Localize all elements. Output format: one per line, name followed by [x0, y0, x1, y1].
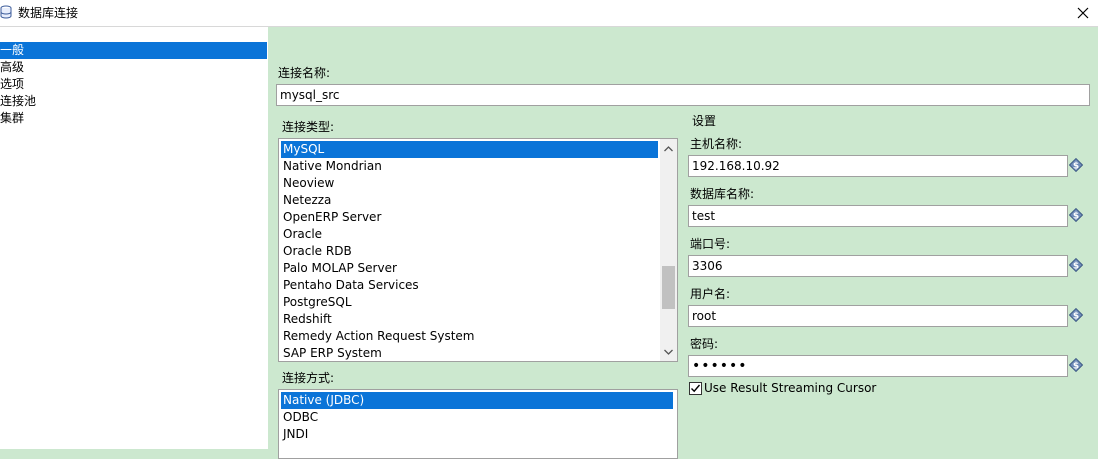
- port-input[interactable]: 3306: [688, 255, 1068, 277]
- username-input[interactable]: root: [688, 305, 1068, 327]
- host-label: 主机名称:: [690, 137, 743, 151]
- list-item[interactable]: JNDI: [281, 426, 308, 443]
- list-item[interactable]: Native (JDBC): [281, 392, 673, 409]
- list-item[interactable]: SAP ERP System: [281, 345, 382, 361]
- scroll-down-icon[interactable]: [660, 343, 677, 360]
- database-name-input[interactable]: test: [688, 205, 1068, 227]
- sidebar: 一般 高级 选项 连接池 集群: [0, 27, 268, 449]
- sidebar-item-options[interactable]: 选项: [0, 76, 267, 93]
- connection-type-list[interactable]: MySQL Native Mondrian Neoview Netezza Op…: [278, 138, 678, 362]
- scroll-up-icon[interactable]: [660, 140, 677, 157]
- variable-icon[interactable]: $: [1068, 257, 1084, 273]
- list-item[interactable]: Netezza: [281, 192, 331, 209]
- list-item[interactable]: Oracle RDB: [281, 243, 352, 260]
- connection-name-label: 连接名称:: [278, 66, 331, 80]
- list-item[interactable]: OpenERP Server: [281, 209, 381, 226]
- database-icon: [0, 5, 12, 22]
- variable-icon[interactable]: $: [1068, 157, 1084, 173]
- svg-text:$: $: [1073, 262, 1079, 272]
- sidebar-item-advanced[interactable]: 高级: [0, 59, 267, 76]
- title-bar: 数据库连接: [0, 0, 1098, 27]
- connection-name-input[interactable]: mysql_src: [276, 84, 1090, 106]
- list-item[interactable]: Remedy Action Request System: [281, 328, 475, 345]
- connection-type-label: 连接类型:: [282, 120, 335, 134]
- list-item[interactable]: Redshift: [281, 311, 332, 328]
- variable-icon[interactable]: $: [1068, 357, 1084, 373]
- window-title: 数据库连接: [18, 6, 79, 20]
- password-label: 密码:: [690, 337, 719, 351]
- list-item[interactable]: PostgreSQL: [281, 294, 352, 311]
- svg-text:$: $: [1073, 312, 1079, 322]
- list-item[interactable]: Pentaho Data Services: [281, 277, 419, 294]
- list-item[interactable]: Oracle: [281, 226, 322, 243]
- database-name-label: 数据库名称:: [690, 187, 755, 201]
- port-label: 端口号:: [690, 237, 731, 251]
- settings-header: 设置: [692, 114, 717, 128]
- sidebar-item-general[interactable]: 一般: [0, 42, 267, 59]
- access-label: 连接方式:: [282, 371, 335, 385]
- password-input[interactable]: ••••••: [688, 355, 1068, 377]
- list-item[interactable]: Native Mondrian: [281, 158, 382, 175]
- list-item[interactable]: MySQL: [281, 141, 658, 158]
- variable-icon[interactable]: $: [1068, 307, 1084, 323]
- svg-text:$: $: [1073, 362, 1079, 372]
- streaming-label[interactable]: Use Result Streaming Cursor: [704, 381, 876, 395]
- scroll-thumb[interactable]: [662, 266, 675, 309]
- svg-text:$: $: [1073, 212, 1079, 222]
- username-label: 用户名:: [690, 287, 731, 301]
- streaming-checkbox[interactable]: [689, 382, 702, 395]
- list-item[interactable]: Palo MOLAP Server: [281, 260, 397, 277]
- list-item[interactable]: ODBC: [281, 409, 318, 426]
- general-panel: 连接名称: mysql_src 连接类型: MySQL Native Mondr…: [268, 27, 1098, 459]
- connection-type-scrollbar[interactable]: [660, 139, 677, 361]
- svg-text:$: $: [1073, 162, 1079, 172]
- sidebar-item-pooling[interactable]: 连接池: [0, 93, 267, 110]
- sidebar-item-clustering[interactable]: 集群: [0, 110, 267, 127]
- list-item[interactable]: Neoview: [281, 175, 334, 192]
- check-icon: [691, 384, 701, 393]
- host-input[interactable]: 192.168.10.92: [688, 155, 1068, 177]
- variable-icon[interactable]: $: [1068, 207, 1084, 223]
- close-icon[interactable]: [1068, 0, 1098, 26]
